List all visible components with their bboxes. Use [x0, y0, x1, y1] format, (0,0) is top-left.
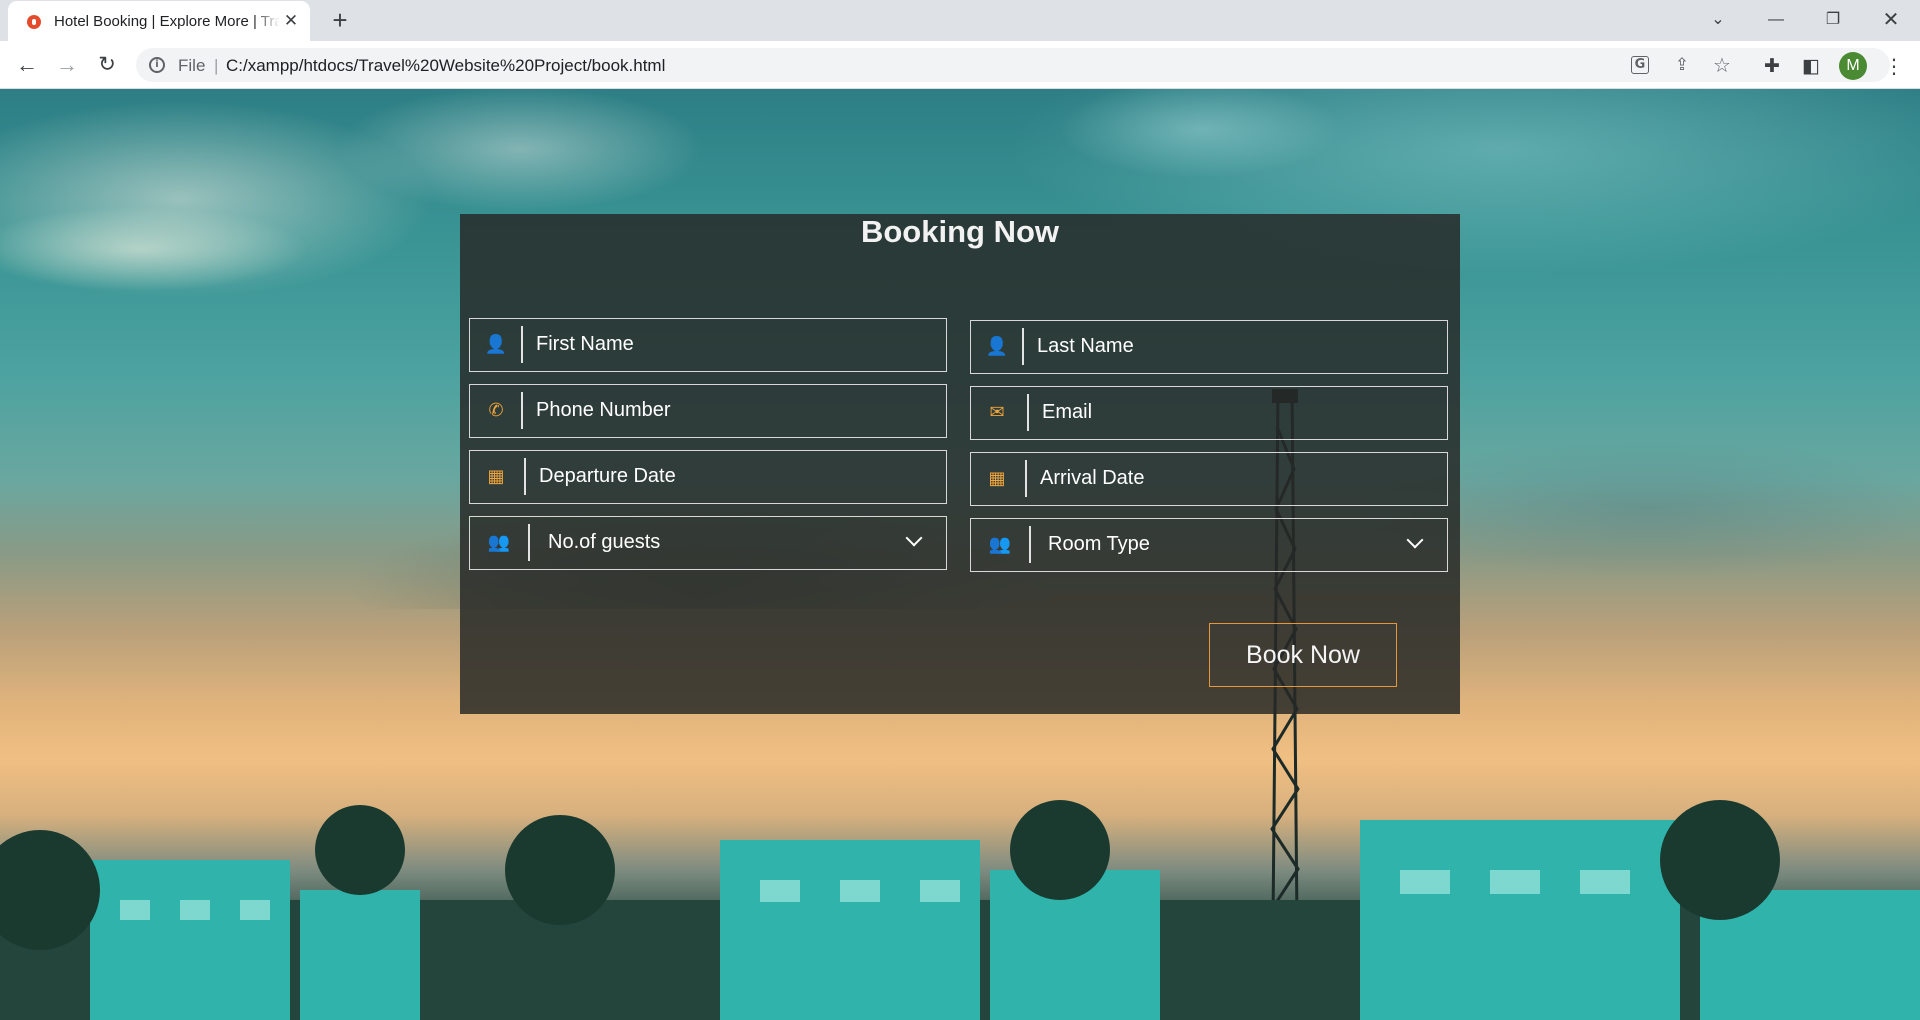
departure-date-input[interactable] [539, 451, 919, 502]
field-divider [524, 458, 526, 495]
users-icon: 👥 [487, 532, 511, 553]
first-name-input[interactable] [536, 319, 916, 370]
field-divider [521, 326, 523, 363]
favicon-icon [27, 15, 41, 29]
users-icon: 👥 [988, 534, 1012, 555]
info-icon[interactable]: i [149, 57, 165, 73]
field-divider [521, 392, 523, 429]
last-name-field[interactable]: 👤 [970, 320, 1448, 374]
background-skyline [0, 800, 1920, 1020]
url-text[interactable]: C:/xampp/htdocs/Travel%20Website%20Proje… [226, 56, 665, 76]
extensions-icon[interactable]: ✚ [1760, 54, 1784, 78]
departure-date-field[interactable]: ▦ [469, 450, 947, 504]
field-divider [528, 524, 530, 561]
browser-toolbar: ← → ↻ i File | C:/xampp/htdocs/Travel%20… [0, 41, 1920, 89]
menu-icon[interactable]: ⋮ [1882, 54, 1906, 78]
field-divider [1025, 460, 1027, 497]
arrival-date-input[interactable] [1040, 453, 1420, 504]
email-field[interactable]: ✉ [970, 386, 1448, 440]
calendar-icon: ▦ [988, 468, 1006, 489]
envelope-icon: ✉ [989, 402, 1005, 423]
forward-icon[interactable]: → [52, 50, 82, 80]
share-icon[interactable]: ⇪ [1671, 54, 1693, 76]
room-type-select[interactable]: 👥 Room Type [970, 518, 1448, 572]
booking-form: Booking Now 👤 👤 ✆ ✉ ▦ [460, 214, 1460, 714]
address-bar[interactable]: i File | C:/xampp/htdocs/Travel%20Websit… [136, 48, 1890, 82]
back-icon[interactable]: ← [12, 50, 42, 80]
phone-icon: ✆ [488, 400, 504, 421]
chevron-down-icon [1406, 531, 1424, 549]
first-name-field[interactable]: 👤 [469, 318, 947, 372]
phone-input[interactable] [536, 385, 916, 436]
arrival-date-field[interactable]: ▦ [970, 452, 1448, 506]
guests-selected: No.of guests [548, 531, 661, 553]
chevron-down-icon [905, 529, 923, 547]
booking-title: Booking Now [860, 214, 1060, 249]
tab-strip: Hotel Booking | Explore More | Travel ✕ … [0, 0, 1920, 42]
guests-select[interactable]: 👥 No.of guests [469, 516, 947, 570]
url-separator: | [214, 56, 219, 75]
restore-icon[interactable]: ❐ [1813, 6, 1853, 34]
email-input[interactable] [1042, 387, 1422, 438]
user-icon: 👤 [484, 334, 508, 355]
tab-title: Hotel Booking | Explore More | Travel [54, 13, 280, 30]
translate-icon[interactable]: G [1631, 56, 1649, 74]
url-scheme: File [178, 56, 206, 75]
field-divider [1027, 394, 1029, 431]
book-now-button[interactable]: Book Now [1209, 623, 1397, 687]
window-close-icon[interactable]: ✕ [1871, 6, 1911, 34]
phone-field[interactable]: ✆ [469, 384, 947, 438]
side-panel-icon[interactable]: ◧ [1799, 54, 1823, 78]
user-icon: 👤 [985, 336, 1009, 357]
field-divider [1029, 526, 1031, 563]
tab-search-icon[interactable]: ⌄ [1698, 6, 1738, 34]
reload-icon[interactable]: ↻ [92, 50, 122, 80]
last-name-input[interactable] [1037, 321, 1417, 372]
bookmark-star-icon[interactable]: ☆ [1711, 54, 1733, 76]
new-tab-icon[interactable]: + [326, 7, 354, 35]
minimize-icon[interactable]: ― [1756, 6, 1796, 34]
room-type-selected: Room Type [1048, 533, 1150, 555]
field-divider [1022, 328, 1024, 365]
close-tab-icon[interactable]: ✕ [282, 12, 300, 30]
profile-avatar[interactable]: M [1839, 52, 1867, 80]
page-viewport: Booking Now 👤 👤 ✆ ✉ ▦ [0, 89, 1920, 1020]
calendar-icon: ▦ [487, 466, 505, 487]
browser-tab[interactable]: Hotel Booking | Explore More | Travel ✕ [8, 1, 310, 42]
